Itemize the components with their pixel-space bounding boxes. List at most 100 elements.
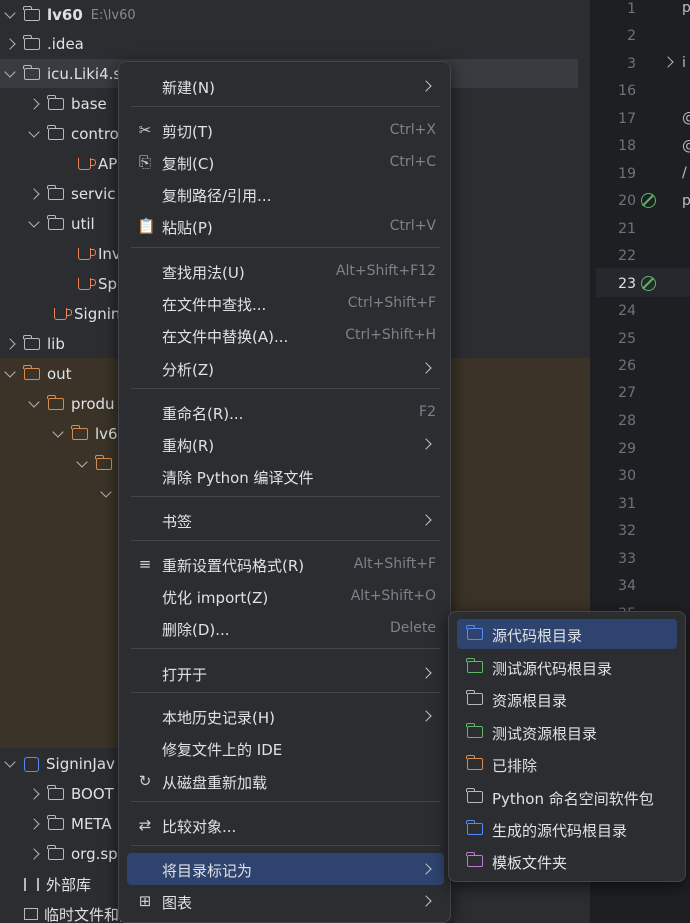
chevron-down-icon[interactable] [52, 426, 64, 438]
tree-item-label: servic [71, 185, 116, 203]
menu-item-paste[interactable]: 📋 粘贴(P) Ctrl+V [127, 210, 444, 242]
chevron-right-icon[interactable] [28, 98, 40, 110]
menu-item-mark-directory-as[interactable]: 将目录标记为 [127, 853, 444, 885]
tree-item-service[interactable]: servic [28, 179, 116, 209]
menu-item-label: 剪切(T) [162, 123, 213, 141]
chevron-right-icon[interactable] [4, 338, 16, 350]
menu-item-find-in-files[interactable]: 在文件中查找... Ctrl+Shift+F [127, 287, 444, 319]
tree-item-signin-class[interactable]: Signin [54, 299, 120, 329]
tree-item-label: base [71, 95, 107, 113]
chevron-down-icon[interactable] [4, 756, 16, 768]
tree-item-lib[interactable]: lib [4, 329, 65, 359]
menu-separator [131, 801, 440, 802]
menu-item-local-history[interactable]: 本地历史记录(H) [127, 700, 444, 732]
menu-item-find-usages[interactable]: 查找用法(U) Alt+Shift+F12 [127, 255, 444, 287]
menu-item-compare-with[interactable]: ⇄ 比较对象... [127, 809, 444, 841]
menu-item-delete[interactable]: 删除(D)... Delete [127, 612, 444, 644]
menu-item-optimize-imports[interactable]: 优化 import(Z) Alt+Shift+O [127, 580, 444, 612]
tree-item-idea[interactable]: .idea [4, 29, 84, 59]
submenu-item-test-sources-root[interactable]: 测试源代码根目录 [457, 652, 677, 682]
tree-root-lv60[interactable]: lv60 E:\lv60 [4, 0, 136, 30]
menu-item-reformat-code[interactable]: ≡ 重新设置代码格式(R) Alt+Shift+F [127, 548, 444, 580]
submenu-item-excluded[interactable]: 已排除 [457, 749, 677, 779]
endpoint-gutter-icon[interactable] [641, 193, 656, 208]
chevron-down-icon[interactable] [100, 486, 112, 498]
chevron-down-icon[interactable] [28, 126, 40, 138]
menu-separator [131, 496, 440, 497]
editor-code-fragment: i [682, 55, 686, 71]
menu-item-shortcut: F2 [419, 404, 436, 420]
tree-item-util[interactable]: util [28, 209, 95, 239]
submenu-item-test-resources-root[interactable]: 测试资源根目录 [457, 717, 677, 747]
reload-from-disk-icon: ↻ [138, 772, 152, 790]
chevron-right-icon[interactable] [6, 880, 14, 888]
chevron-right-icon[interactable] [6, 910, 14, 918]
tree-item-controller[interactable]: contro [28, 119, 119, 149]
submenu-item-sources-root[interactable]: 源代码根目录 [457, 619, 677, 649]
java-class-icon [78, 158, 96, 170]
tree-item-label: AP [98, 155, 118, 173]
tree-item-label: BOOT [71, 785, 114, 803]
tree-item-lv6[interactable]: lv6 [52, 419, 118, 449]
menu-item-label: 书签 [162, 513, 193, 531]
menu-item-replace-in-files[interactable]: 在文件中替换(A)... Ctrl+Shift+H [127, 319, 444, 351]
menu-item-diagrams[interactable]: ⊞ 图表 [127, 885, 444, 917]
menu-item-refactor[interactable]: 重构(R) [127, 428, 444, 460]
tree-item-meta-inf[interactable]: META [28, 809, 112, 839]
menu-item-label: 复制路径/引用... [162, 187, 272, 205]
tree-item-sp-class[interactable]: Sp [78, 269, 117, 299]
web-endpoint-gutter-icon[interactable] [641, 276, 656, 291]
excluded-folder-icon [47, 395, 64, 410]
chevron-right-icon[interactable] [4, 38, 16, 50]
submenu-item-template-folder[interactable]: 模板文件夹 [457, 846, 677, 876]
menu-item-cut[interactable]: ✂ 剪切(T) Ctrl+X [127, 114, 444, 146]
submenu-item-resources-root[interactable]: 资源根目录 [457, 684, 677, 714]
menu-item-new[interactable]: 新建(N) [127, 70, 444, 102]
chevron-down-icon[interactable] [28, 396, 40, 408]
tree-item-base[interactable]: base [28, 89, 107, 119]
tree-item-api-class[interactable]: AP [78, 149, 117, 179]
chevron-right-icon[interactable] [28, 848, 40, 860]
submenu-item-label: 测试源代码根目录 [492, 660, 613, 678]
menu-item-rename[interactable]: 重命名(R)... F2 [127, 396, 444, 428]
sources-root-folder-icon [466, 625, 483, 640]
chevron-down-icon[interactable] [76, 456, 88, 468]
tree-item-boot-inf[interactable]: BOOT [28, 779, 114, 809]
tree-item-external-libraries[interactable]: 外部库 [6, 869, 91, 899]
menu-item-repair-ide[interactable]: 修复文件上的 IDE [127, 732, 444, 764]
excluded-folder-icon [23, 365, 40, 380]
menu-item-reload-from-disk[interactable]: ↻ 从磁盘重新加载 [127, 765, 444, 797]
menu-item-label: 本地历史记录(H) [162, 709, 275, 727]
tree-item-inv-class[interactable]: Inv [78, 239, 121, 269]
tree-item-sub-folder[interactable] [76, 449, 119, 479]
submenu-item-generated-sources-root[interactable]: 生成的源代码根目录 [457, 814, 677, 844]
tree-item-label: META [71, 815, 112, 833]
tree-item-icu-liki4[interactable]: icu.Liki4.s [4, 59, 121, 89]
chevron-down-icon[interactable] [4, 7, 16, 19]
menu-item-analyze[interactable]: 分析(Z) [127, 352, 444, 384]
chevron-right-icon[interactable] [28, 788, 40, 800]
menu-item-bookmarks[interactable]: 书签 [127, 504, 444, 536]
chevron-down-icon[interactable] [4, 366, 16, 378]
folder-icon [47, 95, 64, 110]
menu-item-label: 将目录标记为 [162, 862, 253, 880]
submenu-item-label: 源代码根目录 [492, 627, 583, 645]
tree-item-label: lv6 [95, 425, 118, 443]
chevron-right-icon[interactable] [28, 818, 40, 830]
tree-item-scratches[interactable]: 临时文件和控 [6, 899, 134, 923]
menu-item-clean-python[interactable]: 清除 Python 编译文件 [127, 460, 444, 492]
menu-item-shortcut: Delete [390, 620, 436, 636]
tree-item-production[interactable]: produ [28, 389, 115, 419]
chevron-right-icon[interactable] [28, 188, 40, 200]
tree-item-org-sp[interactable]: org.sp [28, 839, 118, 869]
menu-item-copy-path[interactable]: 复制路径/引用... [127, 178, 444, 210]
chevron-down-icon[interactable] [4, 66, 16, 78]
tree-item-signinjava-module[interactable]: SigninJav [4, 749, 115, 779]
tree-item-out[interactable]: out [4, 359, 72, 389]
chevron-down-icon[interactable] [28, 216, 40, 228]
project-path: E:\lv60 [90, 7, 136, 23]
menu-item-copy[interactable]: ⎘ 复制(C) Ctrl+C [127, 146, 444, 178]
menu-item-open-in[interactable]: 打开于 [127, 657, 444, 689]
submenu-item-python-namespace-package[interactable]: Python 命名空间软件包 [457, 782, 677, 812]
line-number: 32 [618, 523, 636, 539]
